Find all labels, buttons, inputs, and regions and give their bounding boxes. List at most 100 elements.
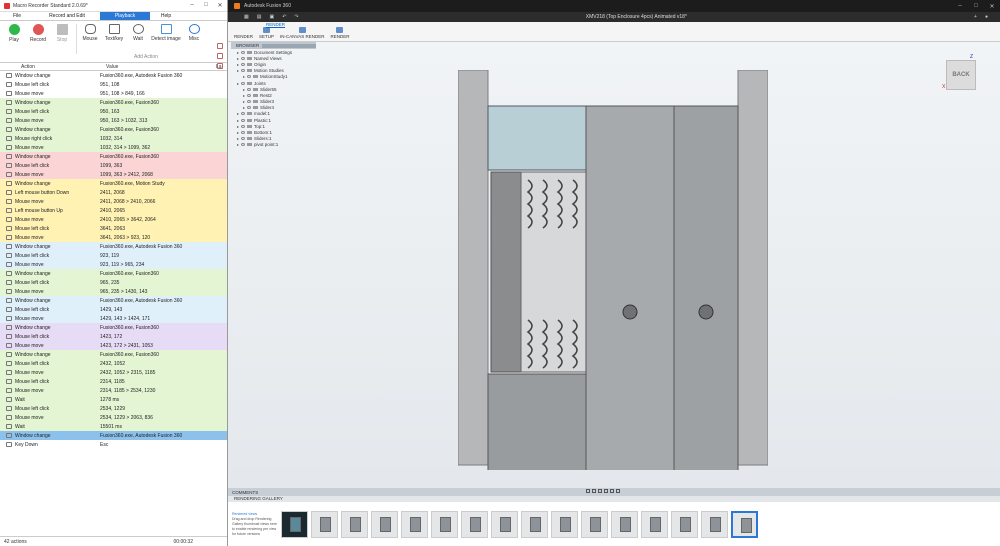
table-row[interactable]: Mouse move 1423, 172 > 2431, 1053 [0, 341, 227, 350]
table-row[interactable]: Mouse move 965, 235 > 1430, 143 [0, 287, 227, 296]
table-row[interactable]: Mouse move 2432, 1052 > 2315, 1185 [0, 368, 227, 377]
detect-image-button[interactable]: Detect image [151, 24, 181, 42]
visibility-eye-icon[interactable] [241, 50, 245, 54]
close-icon[interactable]: ✕ [984, 3, 1000, 10]
table-row[interactable]: Mouse move 1099, 363 > 2412, 2068 [0, 170, 227, 179]
table-row[interactable]: Mouse move 2410, 2065 > 3642, 2064 [0, 215, 227, 224]
gallery-thumbnail[interactable] [611, 510, 638, 538]
gallery-thumbnail[interactable] [461, 510, 488, 538]
gallery-thumbnail[interactable] [431, 510, 458, 538]
zoom-icon[interactable] [598, 489, 602, 493]
gallery-thumbnail[interactable] [641, 510, 668, 538]
undo-icon[interactable] [217, 63, 223, 69]
menu-help[interactable]: Help [150, 12, 182, 20]
table-row[interactable]: Mouse move 2534, 1229 > 2063, 836 [0, 413, 227, 422]
record-button[interactable]: Record [28, 24, 48, 43]
table-row[interactable]: Mouse left click 1423, 172 [0, 332, 227, 341]
table-row[interactable]: Wait 15501 ms [0, 422, 227, 431]
tab-render[interactable]: RENDER [266, 22, 286, 28]
visibility-eye-icon[interactable] [247, 87, 251, 91]
table-row[interactable]: Window change Fusion360.exe, Fusion360 [0, 269, 227, 278]
gallery-thumbnail[interactable] [491, 510, 518, 538]
gallery-thumbnail[interactable] [521, 510, 548, 538]
cut-icon[interactable] [217, 53, 223, 59]
fit-icon[interactable] [604, 489, 608, 493]
gallery-thumbnail[interactable] [671, 510, 698, 538]
orbit-icon[interactable] [586, 489, 590, 493]
visibility-eye-icon[interactable] [241, 56, 245, 60]
table-row[interactable]: Mouse left click 2314, 1185 [0, 377, 227, 386]
visibility-eye-icon[interactable] [241, 118, 245, 122]
table-row[interactable]: Window change Fusion360.exe, Autodesk Fus… [0, 431, 227, 440]
table-row[interactable]: Window change Fusion360.exe, Motion Study [0, 179, 227, 188]
table-row[interactable]: Mouse move 2411, 2068 > 2410, 2066 [0, 197, 227, 206]
table-row[interactable]: Window change Fusion360.exe, Fusion360 [0, 350, 227, 359]
table-row[interactable]: Window change Fusion360.exe, Fusion360 [0, 152, 227, 161]
visibility-eye-icon[interactable] [241, 143, 245, 147]
table-row[interactable]: Mouse left click 2534, 1229 [0, 404, 227, 413]
table-row[interactable]: Left mouse button Up 2410, 2065 [0, 206, 227, 215]
user-icon[interactable]: ● [985, 14, 988, 20]
file-icon[interactable]: ▤ [257, 14, 262, 20]
misc-button[interactable]: Misc [184, 24, 204, 42]
workspace-switcher[interactable]: RENDER [234, 34, 253, 39]
undo-icon[interactable]: ↶ [282, 14, 286, 20]
table-row[interactable]: Mouse left click 951, 108 [0, 80, 227, 89]
visibility-eye-icon[interactable] [241, 124, 245, 128]
setup-group[interactable]: SETUP [259, 27, 274, 39]
redo-icon[interactable]: ↷ [294, 14, 298, 20]
table-row[interactable]: Wait 1278 ms [0, 395, 227, 404]
table-row[interactable]: Mouse move 2314, 1185 > 2534, 1230 [0, 386, 227, 395]
table-row[interactable]: Mouse move 923, 119 > 965, 234 [0, 260, 227, 269]
add-tab-icon[interactable]: + [974, 14, 977, 20]
table-row[interactable]: Left mouse button Down 2411, 2068 [0, 188, 227, 197]
table-row[interactable]: Window change Fusion360.exe, Autodesk Fus… [0, 296, 227, 305]
gallery-thumbnail[interactable] [371, 510, 398, 538]
pan-icon[interactable] [592, 489, 596, 493]
gallery-thumbnail[interactable] [281, 510, 308, 538]
menu-file[interactable]: File [0, 12, 34, 20]
table-row[interactable]: Mouse left click 965, 235 [0, 278, 227, 287]
table-row[interactable]: Window change Fusion360.exe, Fusion360 [0, 98, 227, 107]
table-row[interactable]: Mouse left click 923, 119 [0, 251, 227, 260]
table-row[interactable]: Key Down Esc [0, 440, 227, 449]
gallery-thumbnail[interactable] [701, 510, 728, 538]
table-row[interactable]: Mouse move 1032, 314 > 1099, 362 [0, 143, 227, 152]
delete-icon[interactable] [217, 43, 223, 49]
table-row[interactable]: Mouse left click 2432, 1052 [0, 359, 227, 368]
gallery-thumbnail[interactable] [581, 510, 608, 538]
col-value[interactable]: Value [106, 64, 216, 70]
table-row[interactable]: Window change Fusion360.exe, Fusion360 [0, 323, 227, 332]
save-icon[interactable]: ▣ [269, 14, 274, 20]
close-icon[interactable]: ✕ [213, 2, 227, 9]
wait-button[interactable]: Wait [128, 24, 148, 42]
table-row[interactable]: Mouse right click 1032, 314 [0, 134, 227, 143]
canvas-viewport[interactable]: BROWSER ▸ Document Settings ▸ Named Views ▸ O… [228, 42, 1000, 488]
visibility-eye-icon[interactable] [247, 93, 251, 97]
in-canvas-render-group[interactable]: IN-CANVAS RENDER [280, 27, 324, 39]
grid-icon[interactable]: ▦ [244, 14, 249, 20]
table-row[interactable]: Mouse left click 950, 163 [0, 107, 227, 116]
table-row[interactable]: Window change Fusion360.exe, Fusion360 [0, 125, 227, 134]
visibility-eye-icon[interactable] [241, 62, 245, 66]
gallery-thumbnail[interactable] [311, 510, 338, 538]
table-row[interactable]: Mouse move 3641, 2063 > 923, 120 [0, 233, 227, 242]
gallery-thumbnail[interactable] [731, 510, 758, 538]
play-button[interactable]: Play [4, 24, 24, 43]
grid-settings-icon[interactable] [616, 489, 620, 493]
visibility-eye-icon[interactable] [241, 69, 245, 73]
visibility-eye-icon[interactable] [241, 112, 245, 116]
table-row[interactable]: Window change Fusion360.exe, Autodesk Fus… [0, 242, 227, 251]
col-action[interactable]: Action [21, 64, 106, 70]
viewcube[interactable]: BACK [946, 60, 976, 90]
maximize-icon[interactable]: □ [968, 3, 984, 10]
enclosure-model[interactable] [458, 70, 768, 470]
mouse-button[interactable]: Mouse [80, 24, 100, 42]
browser-node[interactable]: ▸ pivot point:1 [231, 142, 316, 148]
table-row[interactable]: Mouse move 950, 163 > 1032, 313 [0, 116, 227, 125]
gallery-thumbnail[interactable] [341, 510, 368, 538]
visibility-eye-icon[interactable] [247, 106, 251, 110]
table-row[interactable]: Mouse move 951, 108 > 849, 166 [0, 89, 227, 98]
text-key-button[interactable]: Text/key [104, 24, 124, 42]
browser-header[interactable]: BROWSER [231, 42, 316, 49]
